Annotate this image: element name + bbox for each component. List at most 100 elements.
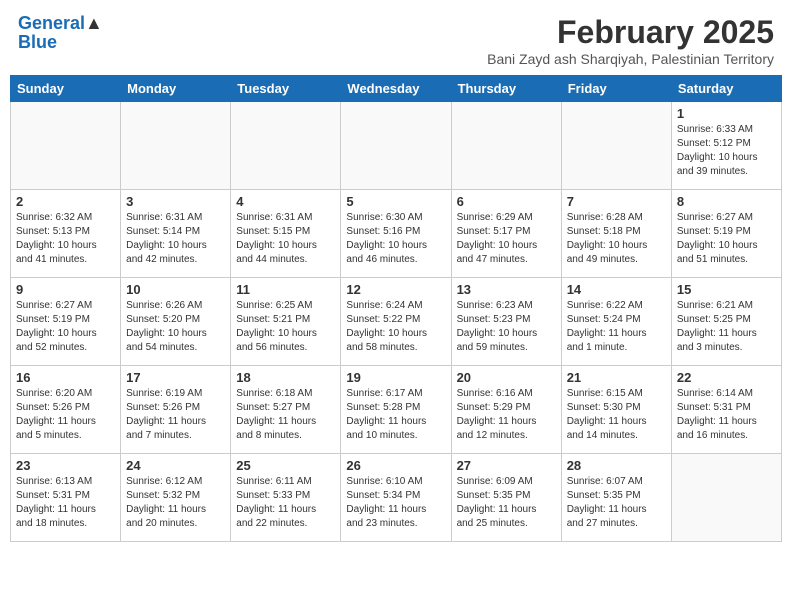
day-info: Sunrise: 6:30 AM Sunset: 5:16 PM Dayligh… [346,211,445,267]
day-number: 22 [677,370,776,385]
calendar-cell: 2Sunrise: 6:32 AM Sunset: 5:13 PM Daylig… [11,190,121,278]
day-info: Sunrise: 6:19 AM Sunset: 5:26 PM Dayligh… [126,387,225,443]
day-info: Sunrise: 6:26 AM Sunset: 5:20 PM Dayligh… [126,299,225,355]
day-number: 23 [16,458,115,473]
day-info: Sunrise: 6:11 AM Sunset: 5:33 PM Dayligh… [236,475,335,531]
calendar-cell: 26Sunrise: 6:10 AM Sunset: 5:34 PM Dayli… [341,454,451,542]
day-info: Sunrise: 6:15 AM Sunset: 5:30 PM Dayligh… [567,387,666,443]
day-info: Sunrise: 6:18 AM Sunset: 5:27 PM Dayligh… [236,387,335,443]
calendar-table: SundayMondayTuesdayWednesdayThursdayFrid… [10,75,782,542]
day-number: 8 [677,194,776,209]
day-number: 12 [346,282,445,297]
logo-blue: Blue [18,32,103,53]
calendar-cell [451,102,561,190]
day-number: 6 [457,194,556,209]
calendar-cell: 12 Sunrise: 6:24 AM Sunset: 5:22 PM Dayli… [341,278,451,366]
day-number: 10 [126,282,225,297]
day-number: 5 [346,194,445,209]
day-number: 11 [236,282,335,297]
calendar-cell: 17 Sunrise: 6:19 AM Sunset: 5:26 PM Dayli… [121,366,231,454]
calendar-cell [11,102,121,190]
day-number: 28 [567,458,666,473]
calendar-cell: 4 Sunrise: 6:31 AM Sunset: 5:15 PM Daylig… [231,190,341,278]
day-number: 16 [16,370,115,385]
calendar-cell: 20Sunrise: 6:16 AM Sunset: 5:29 PM Dayli… [451,366,561,454]
calendar-cell: 23 Sunrise: 6:13 AM Sunset: 5:31 PM Dayli… [11,454,121,542]
day-number: 21 [567,370,666,385]
weekday-header-row: SundayMondayTuesdayWednesdayThursdayFrid… [11,76,782,102]
calendar-cell: 14 Sunrise: 6:22 AM Sunset: 5:24 PM Dayli… [561,278,671,366]
day-info: Sunrise: 6:29 AM Sunset: 5:17 PM Dayligh… [457,211,556,267]
calendar-cell: 19 Sunrise: 6:17 AM Sunset: 5:28 PM Dayli… [341,366,451,454]
day-info: Sunrise: 6:17 AM Sunset: 5:28 PM Dayligh… [346,387,445,443]
day-info: Sunrise: 6:31 AM Sunset: 5:15 PM Dayligh… [236,211,335,267]
day-info: Sunrise: 6:13 AM Sunset: 5:31 PM Dayligh… [16,475,115,531]
calendar-cell [231,102,341,190]
calendar-cell [671,454,781,542]
day-info: Sunrise: 6:20 AM Sunset: 5:26 PM Dayligh… [16,387,115,443]
logo-text: General▲ [18,13,103,33]
calendar-cell [561,102,671,190]
calendar-cell: 28 Sunrise: 6:07 AM Sunset: 5:35 PM Dayli… [561,454,671,542]
weekday-header-monday: Monday [121,76,231,102]
day-info: Sunrise: 6:22 AM Sunset: 5:24 PM Dayligh… [567,299,666,355]
calendar-cell: 1 Sunrise: 6:33 AM Sunset: 5:12 PM Daylig… [671,102,781,190]
day-number: 20 [457,370,556,385]
day-info: Sunrise: 6:25 AM Sunset: 5:21 PM Dayligh… [236,299,335,355]
day-info: Sunrise: 6:14 AM Sunset: 5:31 PM Dayligh… [677,387,776,443]
week-row-2: 2Sunrise: 6:32 AM Sunset: 5:13 PM Daylig… [11,190,782,278]
day-info: Sunrise: 6:28 AM Sunset: 5:18 PM Dayligh… [567,211,666,267]
calendar-cell: 25 Sunrise: 6:11 AM Sunset: 5:33 PM Dayli… [231,454,341,542]
page-header: General▲ Blue February 2025 Bani Zayd as… [10,10,782,71]
day-info: Sunrise: 6:07 AM Sunset: 5:35 PM Dayligh… [567,475,666,531]
day-info: Sunrise: 6:32 AM Sunset: 5:13 PM Dayligh… [16,211,115,267]
day-info: Sunrise: 6:21 AM Sunset: 5:25 PM Dayligh… [677,299,776,355]
weekday-header-wednesday: Wednesday [341,76,451,102]
calendar-cell: 15 Sunrise: 6:21 AM Sunset: 5:25 PM Dayli… [671,278,781,366]
week-row-1: 1 Sunrise: 6:33 AM Sunset: 5:12 PM Daylig… [11,102,782,190]
day-number: 7 [567,194,666,209]
calendar-cell: 27Sunrise: 6:09 AM Sunset: 5:35 PM Dayli… [451,454,561,542]
day-number: 18 [236,370,335,385]
calendar-cell: 21 Sunrise: 6:15 AM Sunset: 5:30 PM Dayli… [561,366,671,454]
weekday-header-tuesday: Tuesday [231,76,341,102]
day-info: Sunrise: 6:09 AM Sunset: 5:35 PM Dayligh… [457,475,556,531]
day-number: 24 [126,458,225,473]
day-info: Sunrise: 6:33 AM Sunset: 5:12 PM Dayligh… [677,123,776,179]
calendar-cell: 6 Sunrise: 6:29 AM Sunset: 5:17 PM Daylig… [451,190,561,278]
day-number: 9 [16,282,115,297]
day-number: 3 [126,194,225,209]
calendar-cell: 8Sunrise: 6:27 AM Sunset: 5:19 PM Daylig… [671,190,781,278]
day-number: 14 [567,282,666,297]
calendar-cell: 22 Sunrise: 6:14 AM Sunset: 5:31 PM Dayli… [671,366,781,454]
day-number: 13 [457,282,556,297]
calendar-cell: 9 Sunrise: 6:27 AM Sunset: 5:19 PM Daylig… [11,278,121,366]
day-number: 4 [236,194,335,209]
weekday-header-friday: Friday [561,76,671,102]
main-title: February 2025 [487,14,774,51]
weekday-header-saturday: Saturday [671,76,781,102]
week-row-3: 9 Sunrise: 6:27 AM Sunset: 5:19 PM Daylig… [11,278,782,366]
week-row-5: 23 Sunrise: 6:13 AM Sunset: 5:31 PM Dayli… [11,454,782,542]
day-number: 25 [236,458,335,473]
day-number: 15 [677,282,776,297]
day-info: Sunrise: 6:31 AM Sunset: 5:14 PM Dayligh… [126,211,225,267]
day-number: 19 [346,370,445,385]
subtitle: Bani Zayd ash Sharqiyah, Palestinian Ter… [487,51,774,67]
week-row-4: 16 Sunrise: 6:20 AM Sunset: 5:26 PM Dayli… [11,366,782,454]
day-number: 17 [126,370,225,385]
logo: General▲ Blue [18,14,103,53]
calendar-cell: 3 Sunrise: 6:31 AM Sunset: 5:14 PM Daylig… [121,190,231,278]
calendar-cell: 24 Sunrise: 6:12 AM Sunset: 5:32 PM Dayli… [121,454,231,542]
day-info: Sunrise: 6:24 AM Sunset: 5:22 PM Dayligh… [346,299,445,355]
calendar-cell: 10 Sunrise: 6:26 AM Sunset: 5:20 PM Dayli… [121,278,231,366]
calendar-cell: 11 Sunrise: 6:25 AM Sunset: 5:21 PM Dayli… [231,278,341,366]
day-info: Sunrise: 6:12 AM Sunset: 5:32 PM Dayligh… [126,475,225,531]
day-info: Sunrise: 6:23 AM Sunset: 5:23 PM Dayligh… [457,299,556,355]
day-info: Sunrise: 6:27 AM Sunset: 5:19 PM Dayligh… [16,299,115,355]
calendar-cell: 16 Sunrise: 6:20 AM Sunset: 5:26 PM Dayli… [11,366,121,454]
day-number: 26 [346,458,445,473]
day-number: 1 [677,106,776,121]
calendar-cell: 7 Sunrise: 6:28 AM Sunset: 5:18 PM Daylig… [561,190,671,278]
calendar-cell: 13 Sunrise: 6:23 AM Sunset: 5:23 PM Dayli… [451,278,561,366]
